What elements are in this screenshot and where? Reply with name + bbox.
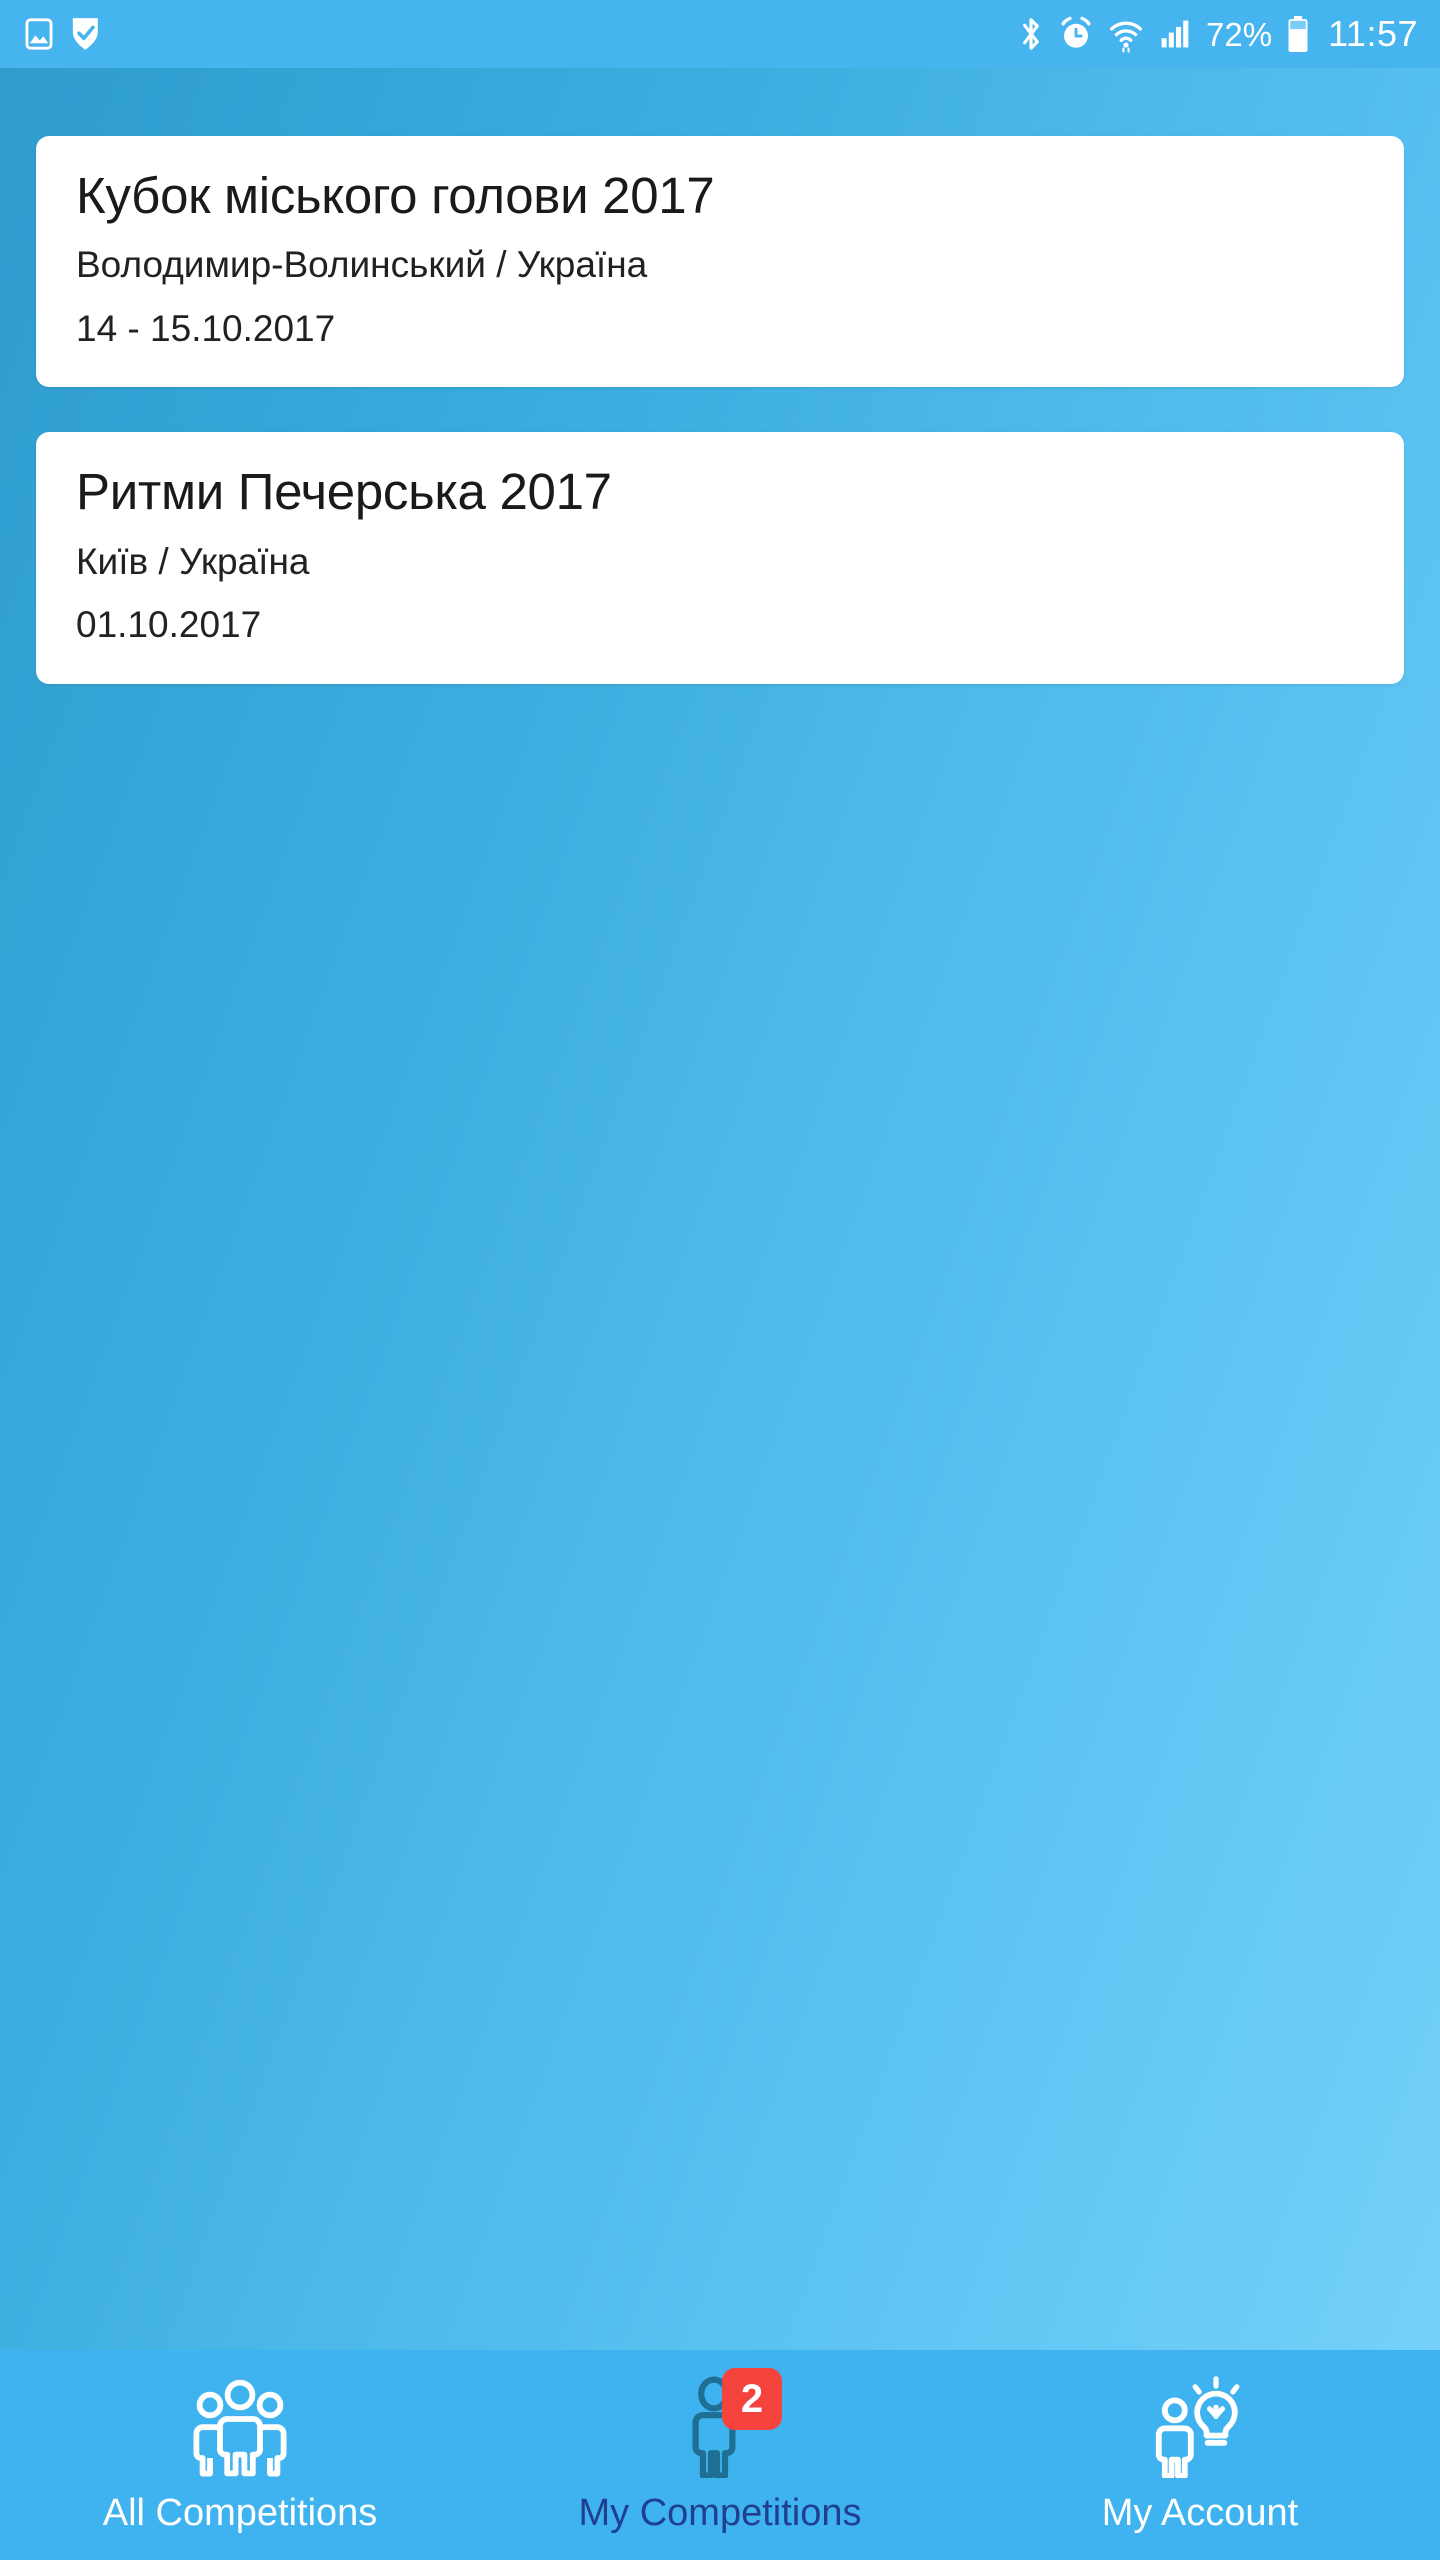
battery-percent-label: 72% xyxy=(1206,15,1273,53)
app-screen: 72% 11:57 Кубок міського голови 2017 Вол… xyxy=(0,0,1440,2560)
competition-card[interactable]: Ритми Печерська 2017 Київ / Україна 01.1… xyxy=(36,432,1404,684)
nav-icon-wrapper xyxy=(1148,2372,1252,2480)
nav-tab-all-competitions[interactable]: All Competitions xyxy=(0,2350,480,2560)
status-bar: 72% 11:57 xyxy=(0,0,1440,68)
competition-location: Київ / Україна xyxy=(76,540,310,582)
nav-icon-wrapper: 2 xyxy=(668,2368,782,2480)
bluetooth-icon xyxy=(1018,15,1044,53)
badge-count: 2 xyxy=(740,2377,764,2421)
wifi-icon xyxy=(1108,15,1144,53)
competition-date: 01.10.2017 xyxy=(76,604,262,646)
alarm-clock-icon xyxy=(1058,15,1094,53)
status-bar-clock: 11:57 xyxy=(1328,13,1418,54)
person-lightbulb-icon xyxy=(1148,2374,1252,2478)
status-badge: 2 xyxy=(722,2368,782,2430)
competition-location: Володимир-Волинський / Україна xyxy=(76,244,648,286)
nav-label-my-competitions: My Competitions xyxy=(578,2492,862,2534)
group-people-icon xyxy=(188,2374,292,2478)
status-bar-left-icons xyxy=(22,16,102,52)
nav-label-all-competitions: All Competitions xyxy=(102,2492,378,2534)
gallery-image-icon xyxy=(22,17,56,51)
competition-date: 14 - 15.10.2017 xyxy=(76,307,336,349)
nav-label-my-account: My Account xyxy=(1101,2492,1299,2534)
cellular-signal-icon xyxy=(1158,17,1192,51)
competition-card[interactable]: Кубок міського голови 2017 Володимир-Вол… xyxy=(36,136,1404,388)
competition-title: Ритми Печерська 2017 xyxy=(76,463,612,521)
competition-title: Кубок міського голови 2017 xyxy=(76,167,715,224)
status-bar-right-icons: 72% 11:57 xyxy=(1018,15,1418,53)
competition-list[interactable]: Кубок міського голови 2017 Володимир-Вол… xyxy=(0,68,1440,2350)
battery-icon xyxy=(1286,15,1310,53)
nav-icon-wrapper xyxy=(188,2372,292,2480)
nav-tab-my-competitions[interactable]: 2 My Competitions xyxy=(480,2350,960,2560)
shield-check-icon xyxy=(70,16,102,52)
nav-tab-my-account[interactable]: My Account xyxy=(960,2350,1440,2560)
bottom-navigation-bar: All Competitions 2 My Competitions My Ac… xyxy=(0,2350,1440,2560)
